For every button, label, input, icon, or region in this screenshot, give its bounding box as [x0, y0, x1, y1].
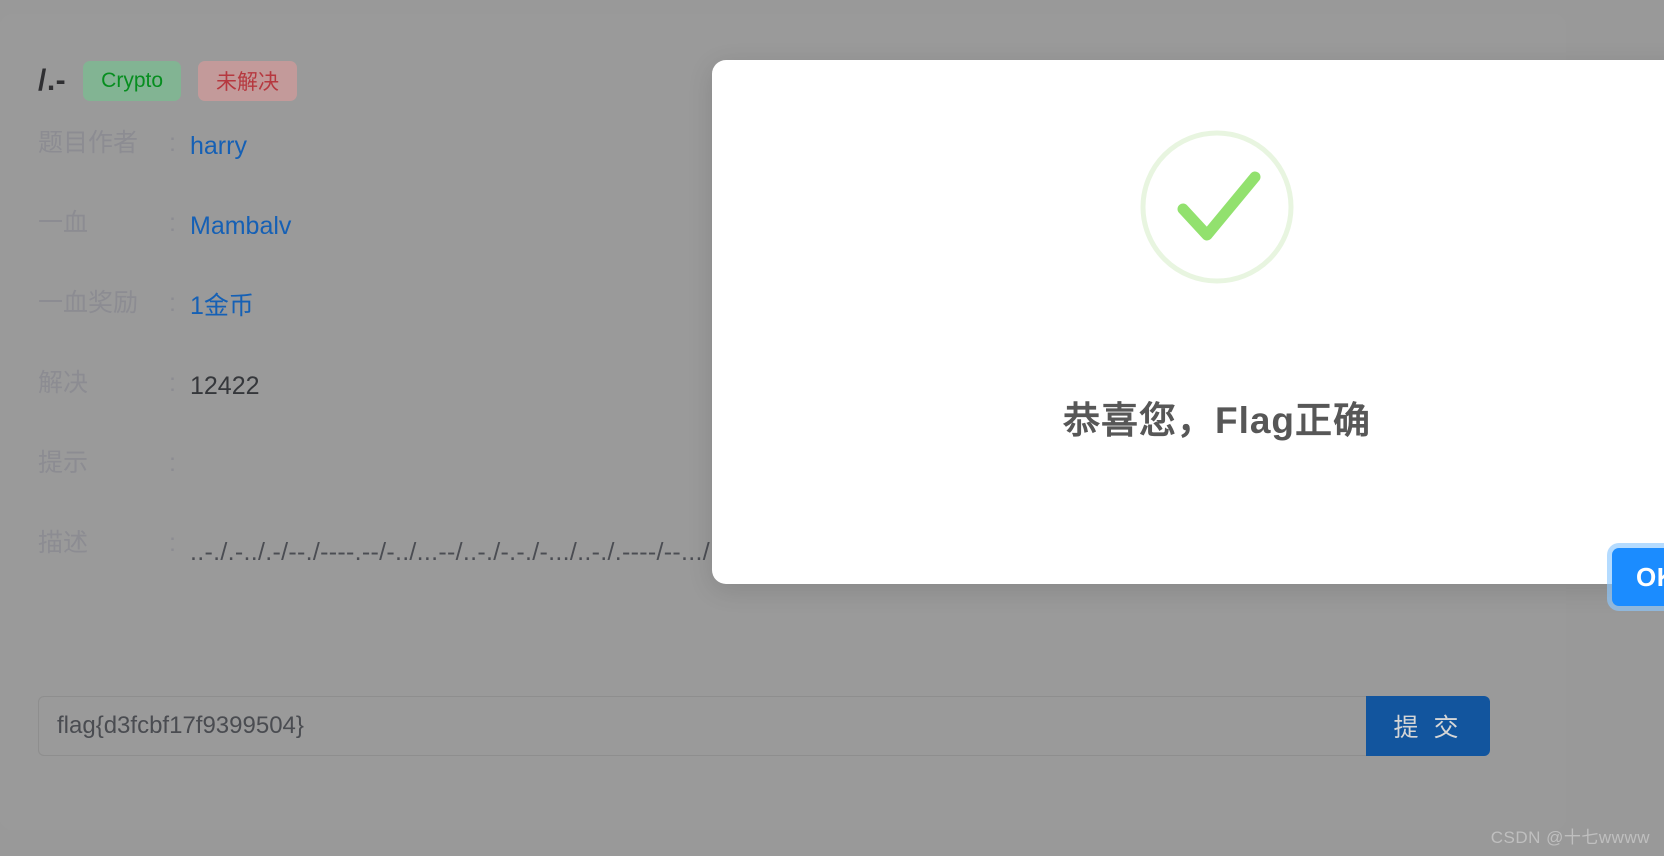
- meta-label-first-blood-text: 一血: [38, 209, 89, 237]
- colon: :: [169, 529, 176, 557]
- meta-label-hint: 提示:: [38, 446, 176, 480]
- success-modal: 恭喜您，Flag正确 OK: [712, 60, 1664, 606]
- colon: :: [169, 369, 176, 397]
- meta-label-author: 题目作者:: [38, 126, 176, 160]
- colon: :: [169, 209, 176, 237]
- category-badge: Crypto: [83, 61, 182, 101]
- colon: :: [169, 289, 176, 317]
- page-title: /.-: [38, 64, 67, 97]
- modal-message: 恭喜您，Flag正确: [1062, 400, 1372, 441]
- watermark: CSDN @十七wwww: [1490, 828, 1650, 847]
- modal-ok-button[interactable]: OK: [1612, 548, 1664, 606]
- meta-value-hint: [176, 446, 190, 449]
- meta-label-first-blood-reward: 一血奖励:: [38, 286, 176, 320]
- meta-value-solved: 12422: [190, 372, 260, 400]
- meta-label-first-blood-reward-text: 一血奖励: [38, 289, 139, 317]
- colon: :: [169, 129, 176, 157]
- meta-label-solved: 解决:: [38, 366, 176, 400]
- submit-flag-button[interactable]: 提 交: [1366, 696, 1490, 756]
- meta-label-author-text: 题目作者: [38, 129, 139, 157]
- success-check-icon: [1137, 127, 1297, 287]
- meta-label-description: 描述:: [38, 526, 176, 560]
- meta-label-hint-text: 提示: [38, 449, 89, 477]
- meta-value-first-blood[interactable]: Mambalv: [176, 206, 291, 243]
- colon: :: [169, 449, 176, 477]
- meta-value-first-blood-reward[interactable]: 1金币: [176, 286, 254, 323]
- meta-label-solved-text: 解决: [38, 369, 89, 397]
- modal-actions: OK: [1612, 548, 1664, 606]
- meta-value-author[interactable]: harry: [176, 126, 247, 163]
- flag-input[interactable]: [38, 696, 1366, 756]
- meta-label-description-text: 描述: [38, 529, 89, 557]
- status-badge: 未解决: [198, 61, 298, 101]
- flag-submit-row: 提 交: [38, 696, 1490, 756]
- meta-label-first-blood: 一血:: [38, 206, 176, 240]
